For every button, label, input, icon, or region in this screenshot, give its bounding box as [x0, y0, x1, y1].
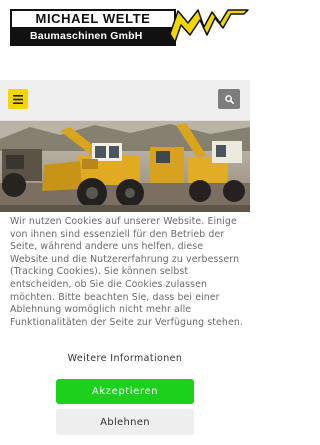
- mw-brand-mark-icon: [169, 9, 249, 43]
- construction-machinery-photo: [0, 121, 250, 216]
- menu-button[interactable]: [8, 89, 28, 109]
- search-icon: [224, 94, 234, 104]
- logo-subtitle: Baumaschinen GmbH: [30, 30, 143, 42]
- accept-button[interactable]: Akzeptieren: [56, 379, 194, 404]
- hamburger-menu-icon: [13, 94, 23, 104]
- logo-bar: MICHAEL WELTE Baumaschinen GmbH: [10, 9, 176, 46]
- cookie-notice-text: Wir nutzen Cookies auf unserer Website. …: [10, 216, 243, 328]
- more-info-link[interactable]: Weitere Informationen: [0, 353, 250, 364]
- page: MICHAEL WELTE Baumaschinen GmbH Wir nutz…: [0, 0, 250, 445]
- decline-button[interactable]: Ablehnen: [56, 409, 194, 435]
- cookie-consent-banner: Wir nutzen Cookies auf unserer Website. …: [0, 212, 250, 445]
- logo-company-name: MICHAEL WELTE: [12, 11, 174, 27]
- hero-image: [0, 121, 250, 216]
- navigation-bar: [0, 80, 250, 121]
- search-button[interactable]: [218, 89, 240, 109]
- site-logo[interactable]: MICHAEL WELTE Baumaschinen GmbH: [10, 8, 249, 48]
